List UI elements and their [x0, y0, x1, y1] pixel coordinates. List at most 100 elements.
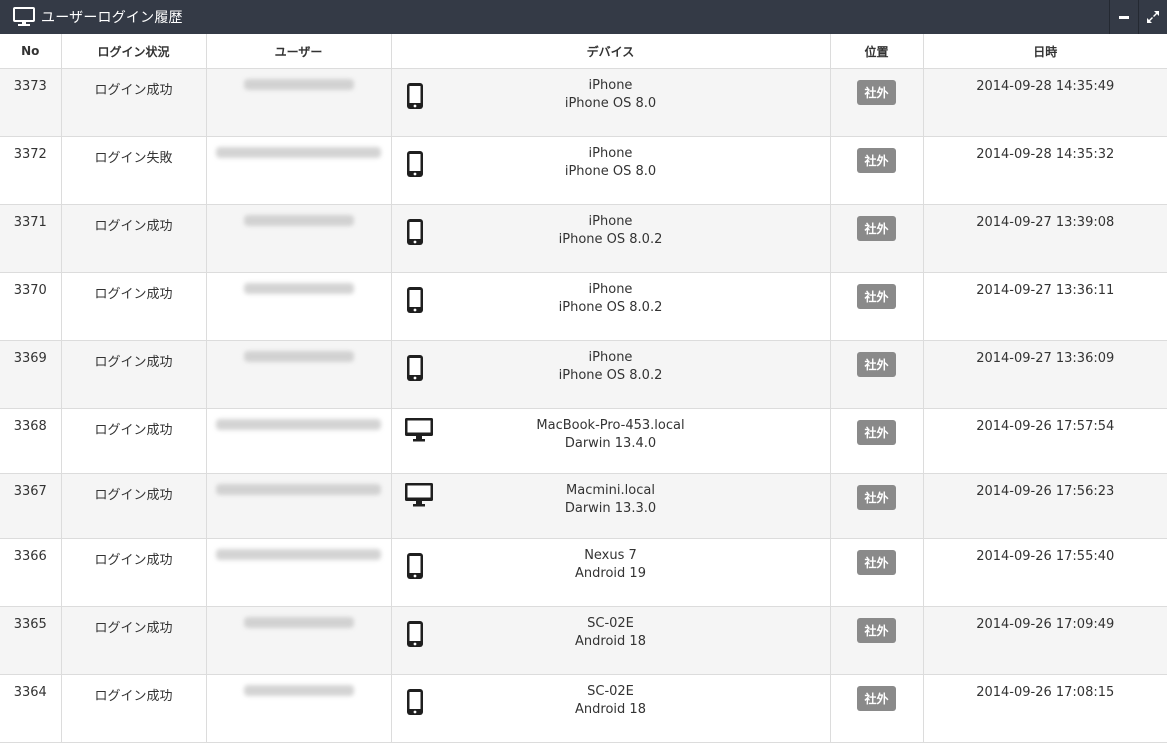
phone-icon: [406, 286, 424, 320]
row-no: 3369: [0, 340, 62, 409]
row-no: 3366: [0, 538, 62, 607]
table-row: 3371 ログイン成功 iPhone iPhone OS 8.0.2 社外 2014-09…: [0, 204, 1167, 273]
phone-icon: [406, 218, 424, 252]
row-user: [205, 68, 392, 137]
location-badge: 社外: [857, 485, 896, 510]
column-header-user[interactable]: ユーザー: [205, 34, 392, 69]
row-location: 社外: [829, 340, 924, 409]
location-badge: 社外: [857, 550, 896, 575]
row-location: 社外: [829, 606, 924, 675]
table-row: 3366 ログイン成功 Nexus 7 Android 19 社外 2014-09-26 …: [0, 538, 1167, 607]
location-badge: 社外: [857, 686, 896, 711]
row-location: 社外: [829, 473, 924, 539]
device-os: Darwin 13.3.0: [564, 501, 657, 516]
location-badge: 社外: [857, 148, 896, 173]
expand-icon: [1147, 11, 1159, 23]
row-device: MacBook-Pro-453.local Darwin 13.4.0: [390, 408, 831, 474]
device-os: Android 18: [575, 634, 646, 649]
row-device: iPhone iPhone OS 8.0.2: [390, 340, 831, 409]
row-datetime: 2014-09-27 13:36:09: [922, 340, 1167, 409]
row-location: 社外: [829, 136, 924, 205]
table-row: 3373 ログイン成功 iPhone iPhone OS 8.0 社外 2014-09-2…: [0, 68, 1167, 137]
row-no: 3373: [0, 68, 62, 137]
row-status: ログイン失敗: [60, 136, 207, 205]
table-row: 3364 ログイン成功 SC-02E Android 18 社外 2014-09-26 1…: [0, 674, 1167, 743]
redacted-username: [216, 147, 381, 158]
redacted-username: [243, 617, 354, 628]
column-header-datetime[interactable]: 日時: [922, 34, 1167, 69]
row-status: ログイン成功: [60, 473, 207, 539]
location-badge: 社外: [857, 284, 896, 309]
panel-title: ユーザーログイン履歴: [41, 10, 183, 26]
device-name: iPhone: [588, 146, 633, 161]
row-status: ログイン成功: [60, 204, 207, 273]
phone-icon: [406, 354, 424, 388]
phone-icon: [406, 150, 424, 184]
table-row: 3365 ログイン成功 SC-02E Android 18 社外 2014-09-26 1…: [0, 606, 1167, 675]
row-user: [205, 136, 392, 205]
redacted-username: [243, 79, 354, 90]
row-device: iPhone iPhone OS 8.0: [390, 136, 831, 205]
redacted-username: [243, 283, 354, 294]
column-header-device[interactable]: デバイス: [390, 34, 831, 69]
row-user: [205, 538, 392, 607]
redacted-username: [243, 351, 354, 362]
device-name: iPhone: [588, 78, 633, 93]
row-status: ログイン成功: [60, 538, 207, 607]
row-user: [205, 204, 392, 273]
column-header-location[interactable]: 位置: [829, 34, 924, 69]
row-no: 3370: [0, 272, 62, 341]
location-badge: 社外: [857, 80, 896, 105]
desktop-icon: [404, 418, 433, 448]
device-name: SC-02E: [587, 616, 634, 631]
column-header-status[interactable]: ログイン状況: [60, 34, 207, 69]
row-user: [205, 473, 392, 539]
row-no: 3371: [0, 204, 62, 273]
row-location: 社外: [829, 68, 924, 137]
login-history-table: No ログイン状況 ユーザー デバイス 位置 日時 3373 ログイン成功 iPho…: [0, 34, 1167, 743]
row-user: [205, 272, 392, 341]
device-os: iPhone OS 8.0: [564, 96, 657, 111]
minimize-icon: [1119, 16, 1129, 19]
row-user: [205, 674, 392, 743]
row-device: SC-02E Android 18: [390, 606, 831, 675]
device-name: iPhone: [588, 282, 633, 297]
location-badge: 社外: [857, 420, 896, 445]
row-status: ログイン成功: [60, 272, 207, 341]
device-os: iPhone OS 8.0.2: [558, 232, 663, 247]
column-header-no[interactable]: No: [0, 34, 62, 69]
row-location: 社外: [829, 408, 924, 474]
table-row: 3367 ログイン成功 Macmini.local Darwin 13.3.0 社外 20…: [0, 473, 1167, 539]
monitor-icon: [13, 7, 35, 26]
row-location: 社外: [829, 674, 924, 743]
row-location: 社外: [829, 538, 924, 607]
minimize-button[interactable]: [1109, 0, 1138, 34]
row-datetime: 2014-09-26 17:56:23: [922, 473, 1167, 539]
row-datetime: 2014-09-27 13:39:08: [922, 204, 1167, 273]
expand-button[interactable]: [1138, 0, 1167, 34]
row-status: ログイン成功: [60, 340, 207, 409]
row-user: [205, 408, 392, 474]
location-badge: 社外: [857, 352, 896, 377]
device-name: MacBook-Pro-453.local: [536, 418, 685, 433]
row-datetime: 2014-09-26 17:57:54: [922, 408, 1167, 474]
row-datetime: 2014-09-28 14:35:32: [922, 136, 1167, 205]
phone-icon: [406, 620, 424, 654]
row-user: [205, 340, 392, 409]
redacted-username: [216, 419, 381, 430]
row-device: iPhone iPhone OS 8.0: [390, 68, 831, 137]
row-status: ログイン成功: [60, 68, 207, 137]
row-datetime: 2014-09-26 17:09:49: [922, 606, 1167, 675]
table-row: 3368 ログイン成功 MacBook-Pro-453.local Darwin 13…: [0, 408, 1167, 474]
row-device: Macmini.local Darwin 13.3.0: [390, 473, 831, 539]
row-device: Nexus 7 Android 19: [390, 538, 831, 607]
row-no: 3364: [0, 674, 62, 743]
row-datetime: 2014-09-26 17:55:40: [922, 538, 1167, 607]
panel-header: ユーザーログイン履歴: [0, 0, 1167, 34]
device-os: iPhone OS 8.0.2: [558, 368, 663, 383]
table-row: 3372 ログイン失敗 iPhone iPhone OS 8.0 社外 2014-09-2…: [0, 136, 1167, 205]
desktop-icon: [404, 483, 433, 513]
row-datetime: 2014-09-26 17:08:15: [922, 674, 1167, 743]
table-row: 3369 ログイン成功 iPhone iPhone OS 8.0.2 社外 2014-09…: [0, 340, 1167, 409]
device-name: iPhone: [588, 214, 633, 229]
